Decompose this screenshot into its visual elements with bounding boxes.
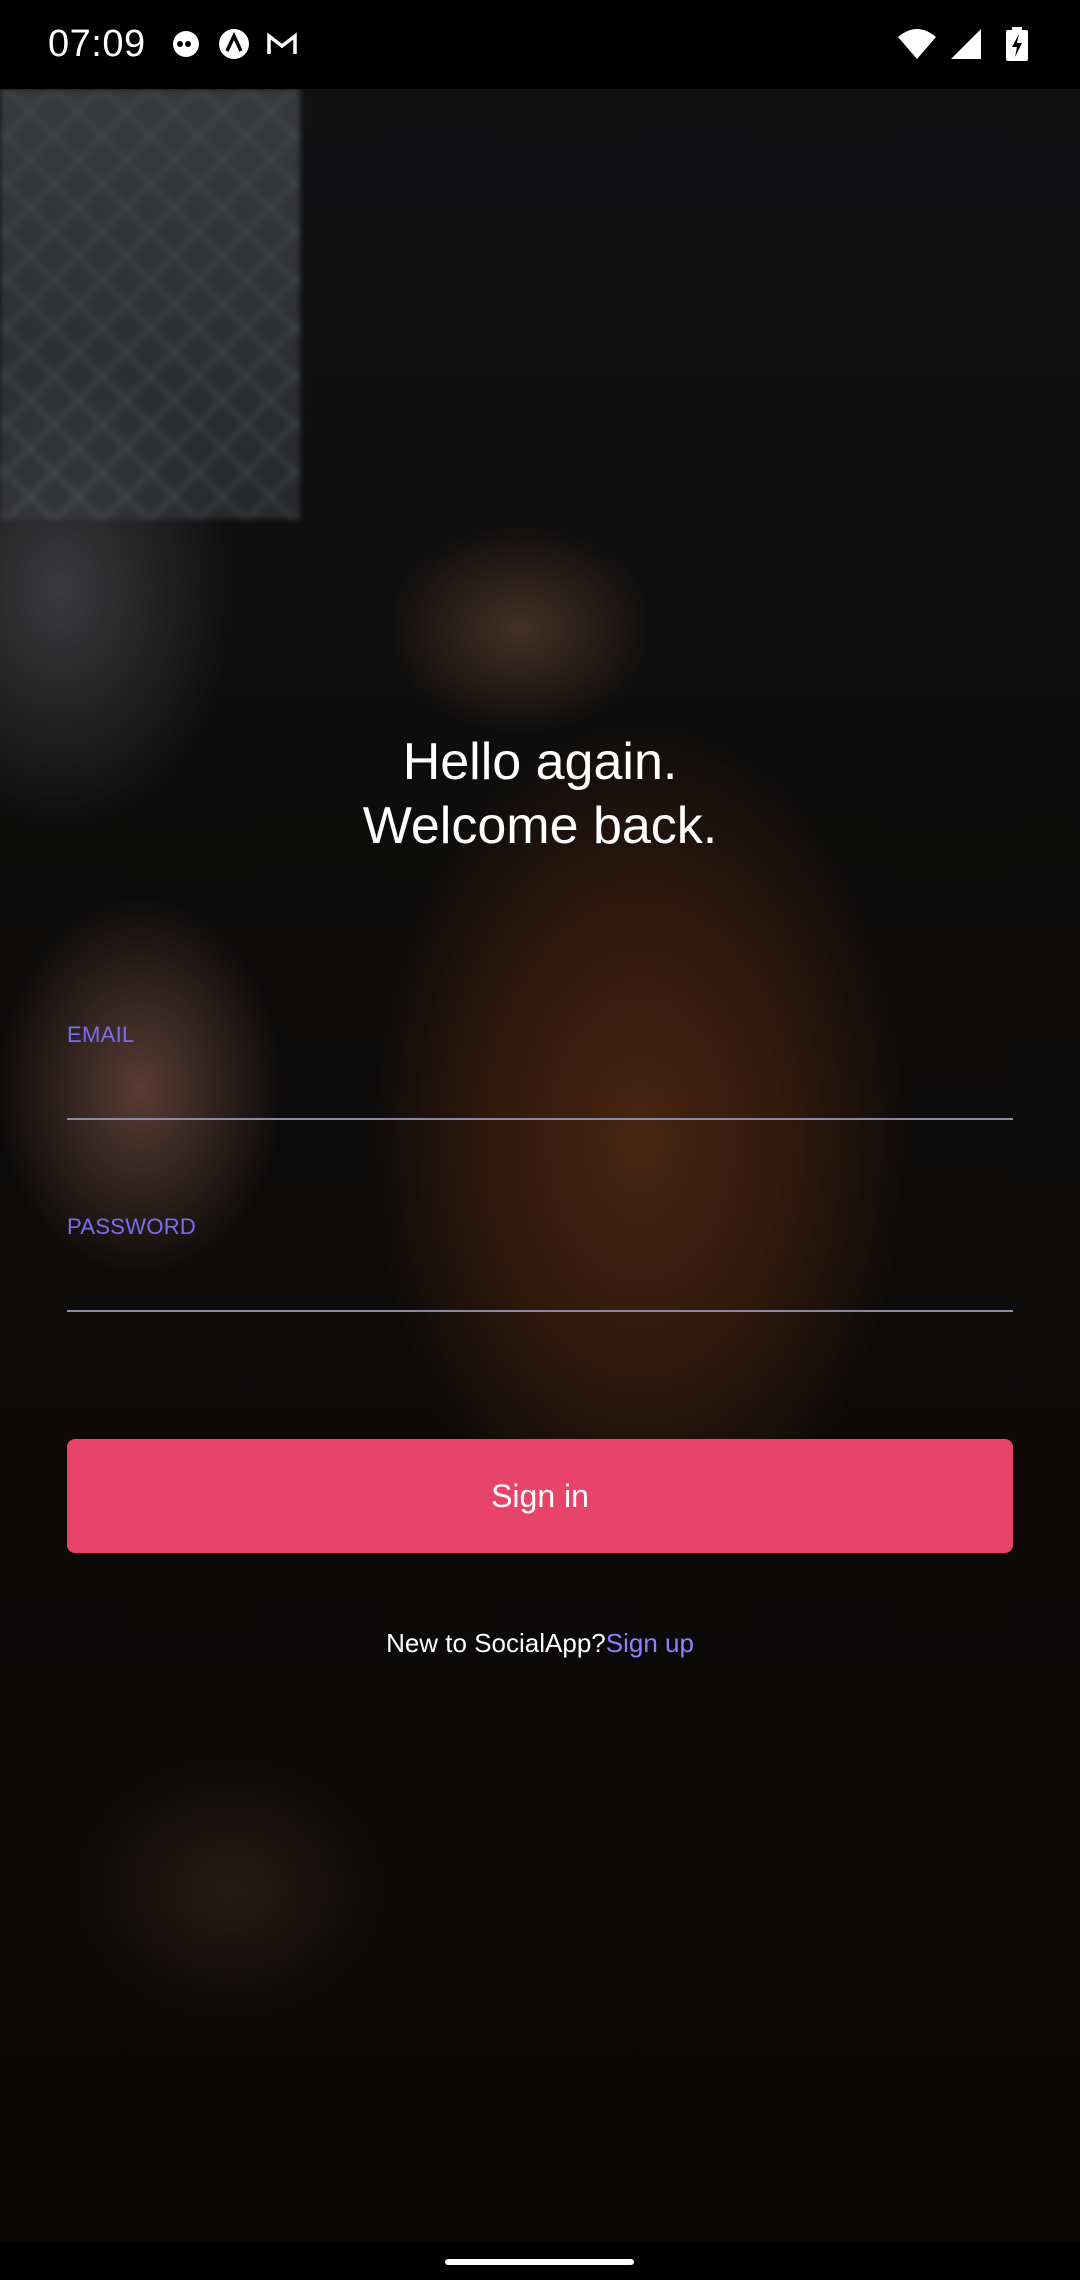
password-label: PASSWORD [67, 1214, 197, 1239]
sign-up-link[interactable]: Sign up [606, 1628, 694, 1658]
status-bar: 07:09 [0, 0, 1080, 89]
background-photo [0, 89, 1080, 2243]
background-overlay [0, 89, 1080, 2243]
heading-line-1: Hello again. [402, 733, 678, 791]
password-input[interactable] [67, 1250, 1013, 1312]
email-input[interactable] [67, 1058, 1013, 1120]
welcome-heading: Hello again. Welcome back. [0, 730, 1080, 858]
battery-charging-icon [1006, 27, 1028, 61]
heading-line-2: Welcome back. [362, 797, 718, 855]
signup-row: New to SocialApp?Sign up [0, 1628, 1080, 1659]
email-label: EMAIL [67, 1022, 135, 1047]
app-circle-icon [219, 29, 249, 59]
status-time: 07:09 [48, 23, 146, 65]
sign-in-button[interactable]: Sign in [67, 1439, 1013, 1553]
wifi-icon [898, 29, 936, 59]
signal-icon [951, 29, 981, 59]
signup-prompt: New to SocialApp? [386, 1628, 606, 1658]
gmail-icon [267, 32, 297, 54]
jio-icon [173, 31, 199, 57]
home-gesture-handle[interactable] [445, 2259, 634, 2265]
navigation-bar [0, 2243, 1080, 2280]
